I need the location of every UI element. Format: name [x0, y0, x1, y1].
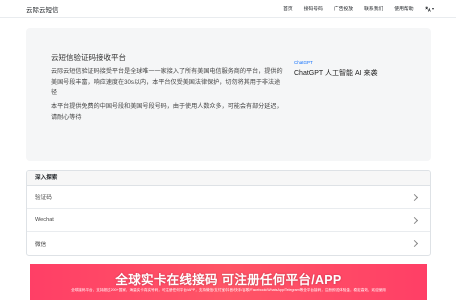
explore-item-label: Wechat [35, 217, 54, 223]
nav-link-help[interactable]: 使用帮助 [394, 5, 413, 12]
explore-header: 深入探索 [27, 171, 430, 186]
top-navbar: 云际云短信 首页 接码号码 广告投放 联系我们 使用帮助 [0, 0, 456, 18]
translate-icon [424, 6, 431, 12]
ad-title-link[interactable]: ChatGPT 人工智能 AI 来袭 [294, 68, 378, 78]
chevron-down-icon [432, 7, 434, 10]
site-brand[interactable]: 云际云短信 [26, 4, 59, 14]
hero-section: 云短信验证码接收平台 云际云短信验证码接受平台是全球唯一一家接入了所有美国电信服… [26, 28, 431, 161]
nav-link-contact[interactable]: 联系我们 [364, 5, 383, 12]
nav-links: 首页 接码号码 广告投放 联系我们 使用帮助 [283, 5, 434, 12]
explore-item-label: 微信 [35, 241, 47, 248]
hero-notice: 本平台提供免费的中国号段和美国号段号码，由于使用人数众多，可能会有部分延迟，请耐… [51, 103, 283, 121]
explore-item-weixin[interactable]: 微信 [27, 232, 430, 255]
hero-title: 云短信验证码接收平台 [51, 53, 126, 62]
banner-title: 全球实卡在线接码 可注册任何平台/APP [115, 273, 342, 287]
chevron-right-icon [410, 216, 419, 224]
language-dropdown[interactable] [424, 6, 434, 12]
explore-item-label: 验证码 [35, 195, 52, 201]
nav-link-numbers[interactable]: 接码号码 [304, 5, 323, 12]
hero-description: 云际云短信验证码接受平台是全球唯一一家接入了所有美国电信服务商的平台，提供的美国… [51, 68, 283, 96]
nav-link-ads[interactable]: 广告投放 [334, 5, 353, 12]
explore-item-verification-code[interactable]: 验证码 [27, 186, 430, 209]
promo-banner[interactable]: 全球实卡在线接码 可注册任何平台/APP 全球接码平台，支持超过200+国家，海… [30, 264, 427, 300]
banner-subtitle: 全球接码平台，支持超过200+国家，海量实卡真实号码，可注册任何平台/APP，支… [71, 288, 386, 292]
ad-tag[interactable]: ChatGPT [294, 60, 313, 65]
nav-link-home[interactable]: 首页 [283, 5, 293, 12]
explore-card: 深入探索 验证码 Wechat 微信 [26, 170, 431, 256]
chevron-right-icon [410, 193, 419, 201]
chevron-right-icon [410, 239, 419, 248]
explore-item-wechat[interactable]: Wechat [27, 209, 430, 232]
